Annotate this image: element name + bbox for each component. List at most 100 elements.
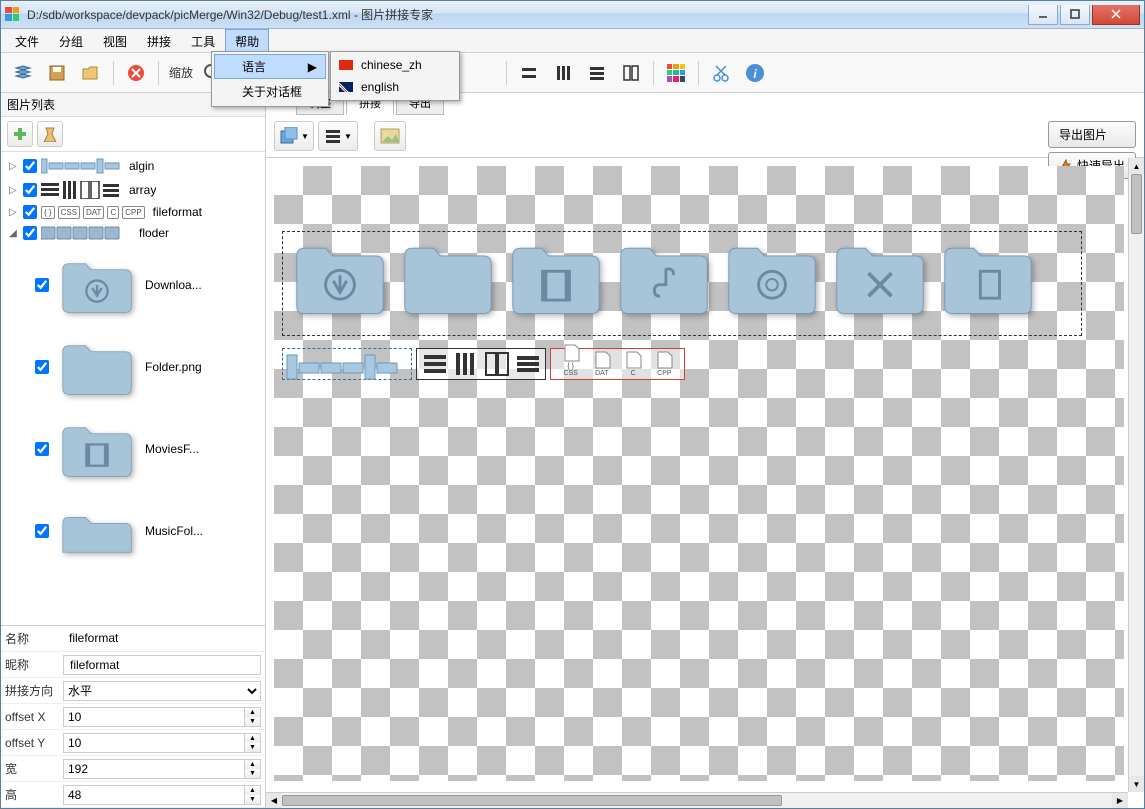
menubar: 文件 分组 视图 拼接 工具 帮助 [1,29,1144,53]
scrollbar-vertical[interactable]: ▲▼ [1128,158,1144,792]
prop-oy-label: offset Y [5,736,63,750]
tree-row-floder[interactable]: ◢ floder [5,222,261,244]
canvas-folder-docs[interactable] [940,236,1036,320]
flag-uk-icon [339,82,353,92]
layout-v-button[interactable] [549,59,577,87]
add-button[interactable] [7,121,33,147]
export-button[interactable]: 导出图片 [1048,121,1136,148]
prop-dir-label: 拼接方向 [5,682,63,699]
canvas-folder-movies[interactable] [508,236,604,320]
layout-h2-button[interactable] [583,59,611,87]
thumb-folder[interactable]: Folder.png [33,326,261,408]
layout-grid-button[interactable] [617,59,645,87]
selection-align[interactable] [282,348,412,380]
thumb-movies[interactable]: MoviesF... [33,408,261,490]
direction-select[interactable]: 水平 [63,681,261,701]
menu-group[interactable]: 分组 [49,29,93,52]
save-stack-button[interactable]: ▼ [274,121,314,151]
check-array[interactable] [23,183,37,197]
check-floder[interactable] [23,226,37,240]
offsetx-input[interactable] [63,707,245,727]
canvas-folder-music[interactable] [616,236,712,320]
info-button[interactable]: i [741,59,769,87]
check-thumb-movies[interactable] [35,442,49,456]
help-language[interactable]: 语言 ▶ [214,54,326,79]
open-button[interactable] [77,59,105,87]
fileformat-icons: { }CSSDATCCPP [41,206,145,219]
menu-tool[interactable]: 工具 [181,29,225,52]
menu-file[interactable]: 文件 [5,29,49,52]
canvas-folder-pictures[interactable] [724,236,820,320]
collapse-icon[interactable]: ◢ [7,228,19,239]
tree-label-floder: floder [139,226,169,240]
delete-button[interactable] [122,59,150,87]
menu-view[interactable]: 视图 [93,29,137,52]
tree-label-fileformat: fileformat [153,205,202,219]
canvas-folder-download[interactable] [292,236,388,320]
canvas-folder-plain[interactable] [400,236,496,320]
close-button[interactable] [1092,5,1140,25]
help-dropdown: 语言 ▶ 关于对话框 [211,51,329,107]
cut-button[interactable] [707,59,735,87]
nick-input[interactable] [63,655,261,675]
clean-button[interactable] [37,121,63,147]
save-button[interactable] [43,59,71,87]
folder-icon [57,250,137,320]
folder-icon [57,496,137,566]
minimize-button[interactable] [1028,5,1058,25]
prop-name-value: fileformat [63,629,261,649]
expand-icon[interactable]: ▷ [7,161,19,172]
tree-view[interactable]: ▷ algin ▷ array [1,152,265,625]
new-button[interactable] [9,59,37,87]
folder-icon [57,414,137,484]
prop-ox-label: offset X [5,710,63,724]
check-algin[interactable] [23,159,37,173]
lang-english[interactable]: english [333,76,457,98]
spin-buttons[interactable]: ▲▼ [245,733,261,753]
offsety-input[interactable] [63,733,245,753]
zoom-label: 缩放 [169,64,193,81]
check-fileformat[interactable] [23,205,37,219]
check-thumb-downloads[interactable] [35,278,49,292]
canvas-array-strip[interactable] [416,348,546,380]
help-about[interactable]: 关于对话框 [214,79,326,104]
color-grid-button[interactable] [662,59,690,87]
spin-buttons[interactable]: ▲▼ [245,759,261,779]
tree-row-array[interactable]: ▷ array [5,178,261,202]
scrollbar-horizontal[interactable]: ◀▶ [266,792,1128,808]
layout-h1-button[interactable] [515,59,543,87]
language-dropdown: chinese_zh english [330,51,460,101]
algin-icons [41,157,121,175]
check-thumb-music[interactable] [35,524,49,538]
canvas[interactable]: { }CSS DAT C CPP [274,166,1124,781]
array-icons [41,181,121,199]
thumb-music[interactable]: MusicFol... [33,490,261,572]
canvas-fileformat-strip[interactable]: { }CSS DAT C CPP [550,348,685,380]
height-input[interactable] [63,785,245,805]
menu-help[interactable]: 帮助 [225,29,269,52]
prop-w-label: 宽 [5,760,63,777]
right-area: 调整 拼接 导出 ▼ ▼ 导出图片 快速导出 [266,93,1144,808]
thumb-downloads[interactable]: Downloa... [33,244,261,326]
expand-icon[interactable]: ▷ [7,207,19,218]
spin-buttons[interactable]: ▲▼ [245,785,261,805]
maximize-button[interactable] [1060,5,1090,25]
chevron-right-icon: ▶ [308,60,317,74]
canvas-wrap[interactable]: { }CSS DAT C CPP ▲▼ ◀▶ [266,158,1144,808]
prop-nick-label: 昵称 [5,656,63,673]
tree-row-algin[interactable]: ▷ algin [5,154,261,178]
width-input[interactable] [63,759,245,779]
canvas-folder-tools[interactable] [832,236,928,320]
floder-icons [41,225,131,241]
expand-icon[interactable]: ▷ [7,185,19,196]
lang-chinese[interactable]: chinese_zh [333,54,457,76]
spin-buttons[interactable]: ▲▼ [245,707,261,727]
tree-row-fileformat[interactable]: ▷ { }CSSDATCCPP fileformat [5,202,261,222]
menu-merge[interactable]: 拼接 [137,29,181,52]
prop-h-label: 高 [5,786,63,803]
list-button[interactable]: ▼ [318,121,358,151]
app-icon [5,7,21,23]
check-thumb-folder[interactable] [35,360,49,374]
picture-button[interactable] [374,121,406,151]
title-text: D:/sdb/workspace/devpack/picMerge/Win32/… [27,6,1028,23]
